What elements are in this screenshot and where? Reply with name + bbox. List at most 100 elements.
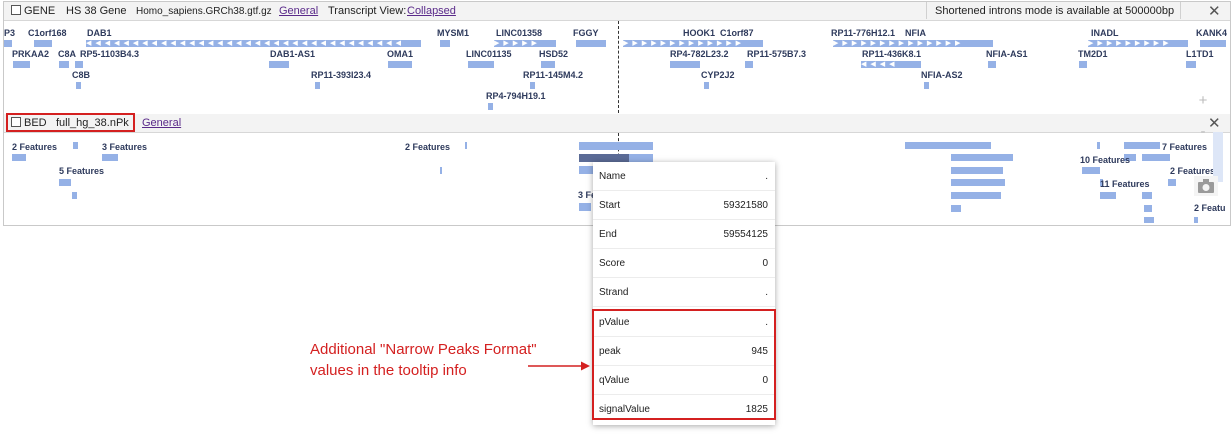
gene-label: PRKAA2 <box>12 49 50 59</box>
gene-feature[interactable] <box>76 82 81 89</box>
gene-track-file: Homo_sapiens.GRCh38.gtf.gz <box>136 6 272 17</box>
bed-feature[interactable] <box>1144 217 1154 223</box>
bed-feature[interactable] <box>579 142 653 150</box>
gene-feature[interactable] <box>440 40 450 47</box>
feature-count-label: 2 Featu <box>1194 203 1226 213</box>
bed-feature[interactable] <box>1082 167 1100 174</box>
bed-feature[interactable] <box>73 142 78 149</box>
gene-feature[interactable] <box>988 61 996 68</box>
shortened-introns-notice: Shortened introns mode is available at 5… <box>926 2 1182 19</box>
gene-feature[interactable] <box>704 82 709 89</box>
bed-feature[interactable] <box>1124 142 1160 149</box>
bed-feature[interactable] <box>905 142 991 149</box>
zoom-in-button[interactable]: + <box>1190 90 1216 112</box>
bed-feature[interactable] <box>1142 192 1152 199</box>
gene-feature[interactable]: ◀◀◀◀◀◀◀◀◀◀◀◀◀◀◀◀◀◀◀◀◀◀◀◀◀◀◀◀◀◀◀◀◀◀ <box>86 40 421 47</box>
tooltip-row: Score 0 <box>593 249 775 278</box>
gene-feature[interactable]: ▶▶▶▶▶ <box>494 40 556 47</box>
gene-general-link[interactable]: General <box>279 5 318 17</box>
annotation-line-2: values in the tooltip info <box>310 362 467 379</box>
bed-feature-selected[interactable] <box>579 154 629 162</box>
gene-label: HSD52 <box>539 49 569 59</box>
gene-track-type: GENE <box>24 5 56 17</box>
tooltip-key: Strand <box>599 287 629 298</box>
bed-feature[interactable] <box>1162 154 1170 161</box>
bed-feature[interactable] <box>12 154 26 161</box>
gene-label: INADL <box>1091 28 1119 38</box>
gene-feature[interactable] <box>576 40 606 47</box>
bed-feature[interactable] <box>72 192 77 199</box>
gene-feature[interactable] <box>269 61 289 68</box>
gene-label: DAB1-AS1 <box>270 49 316 59</box>
gene-feature[interactable] <box>4 40 12 47</box>
bed-feature[interactable] <box>951 192 1001 199</box>
bed-feature[interactable] <box>1100 192 1116 199</box>
gene-label: NFIA <box>905 28 926 38</box>
gene-label: HOOK1 <box>683 28 716 38</box>
bed-feature[interactable] <box>102 154 118 161</box>
tooltip-value: . <box>765 287 768 298</box>
gene-feature[interactable] <box>34 40 52 47</box>
gene-feature[interactable] <box>1079 61 1087 68</box>
gene-label: RP11-575B7.3 <box>747 49 807 59</box>
gene-feature[interactable] <box>530 82 535 89</box>
gene-track-close-icon[interactable]: ✕ <box>1208 2 1221 20</box>
gene-track-checkbox[interactable] <box>11 5 21 15</box>
bed-feature[interactable] <box>1194 217 1198 223</box>
gene-label: L1TD1 <box>1186 49 1214 59</box>
gene-feature[interactable] <box>745 61 753 68</box>
bed-feature[interactable] <box>951 179 1005 186</box>
gene-label: RP11-145M4.2 <box>523 70 584 80</box>
bed-general-link[interactable]: General <box>142 117 181 129</box>
bed-feature[interactable] <box>1168 179 1176 186</box>
gene-feature[interactable] <box>670 61 700 68</box>
gene-feature[interactable] <box>13 61 30 68</box>
bed-feature[interactable] <box>1097 142 1100 149</box>
bed-feature[interactable] <box>951 154 1013 161</box>
gene-feature[interactable] <box>75 61 83 68</box>
transcript-view-link[interactable]: Collapsed <box>407 5 456 17</box>
bed-feature[interactable] <box>440 167 442 174</box>
tooltip-key: Score <box>599 258 626 269</box>
bed-feature[interactable] <box>1142 154 1162 161</box>
bed-feature[interactable] <box>59 179 71 186</box>
gene-feature[interactable] <box>541 61 555 68</box>
gene-feature[interactable] <box>315 82 320 89</box>
bed-feature[interactable] <box>579 203 591 211</box>
gene-label: NFIA-AS1 <box>986 49 1028 59</box>
gene-feature[interactable]: ▶▶▶▶▶▶▶▶▶ <box>1088 40 1188 47</box>
feature-count-label: 5 Features <box>59 166 105 176</box>
bed-feature[interactable] <box>1144 205 1152 212</box>
zoom-out-button[interactable]: - <box>1190 124 1216 140</box>
gene-feature[interactable] <box>1186 61 1196 68</box>
transcript-view-label: Transcript View: <box>328 5 407 17</box>
gene-feature[interactable] <box>59 61 69 68</box>
bed-header-highlight <box>6 113 135 132</box>
gene-feature[interactable]: ▶▶▶▶▶▶▶▶▶▶▶▶▶▶ <box>833 40 993 47</box>
gene-feature[interactable]: ▶▶▶▶▶▶▶▶▶▶▶▶▶ <box>623 40 763 47</box>
gene-feature[interactable] <box>924 82 929 89</box>
gene-label: RP11-776H12.1 <box>831 28 896 38</box>
narrow-peaks-highlight <box>592 309 776 420</box>
bed-feature[interactable] <box>951 205 961 212</box>
center-line <box>618 21 619 113</box>
bed-feature[interactable] <box>629 154 653 162</box>
feature-count-label: 7 Features <box>1162 142 1208 152</box>
gene-feature[interactable] <box>488 103 493 110</box>
feature-count-label: 2 Features <box>405 142 451 152</box>
gene-track-toggle[interactable]: GENE <box>11 5 55 17</box>
gene-feature[interactable] <box>468 61 494 68</box>
gene-label: DAB1 <box>87 28 112 38</box>
gene-label: C1orf87 <box>720 28 754 38</box>
gene-feature[interactable]: ◀◀◀◀ <box>861 61 921 68</box>
tooltip-key: Start <box>599 200 621 211</box>
camera-button[interactable] <box>1194 176 1218 196</box>
gene-feature[interactable] <box>388 61 412 68</box>
gene-label: P3 <box>4 28 16 38</box>
gene-feature[interactable] <box>1200 40 1226 47</box>
tooltip-row: End 59554125 <box>593 220 775 249</box>
gene-track-name: HS 38 Gene <box>66 5 127 17</box>
bed-feature[interactable] <box>465 142 467 149</box>
bed-feature[interactable] <box>951 167 1003 174</box>
gene-label: RP5-1103B4.3 <box>80 49 140 59</box>
